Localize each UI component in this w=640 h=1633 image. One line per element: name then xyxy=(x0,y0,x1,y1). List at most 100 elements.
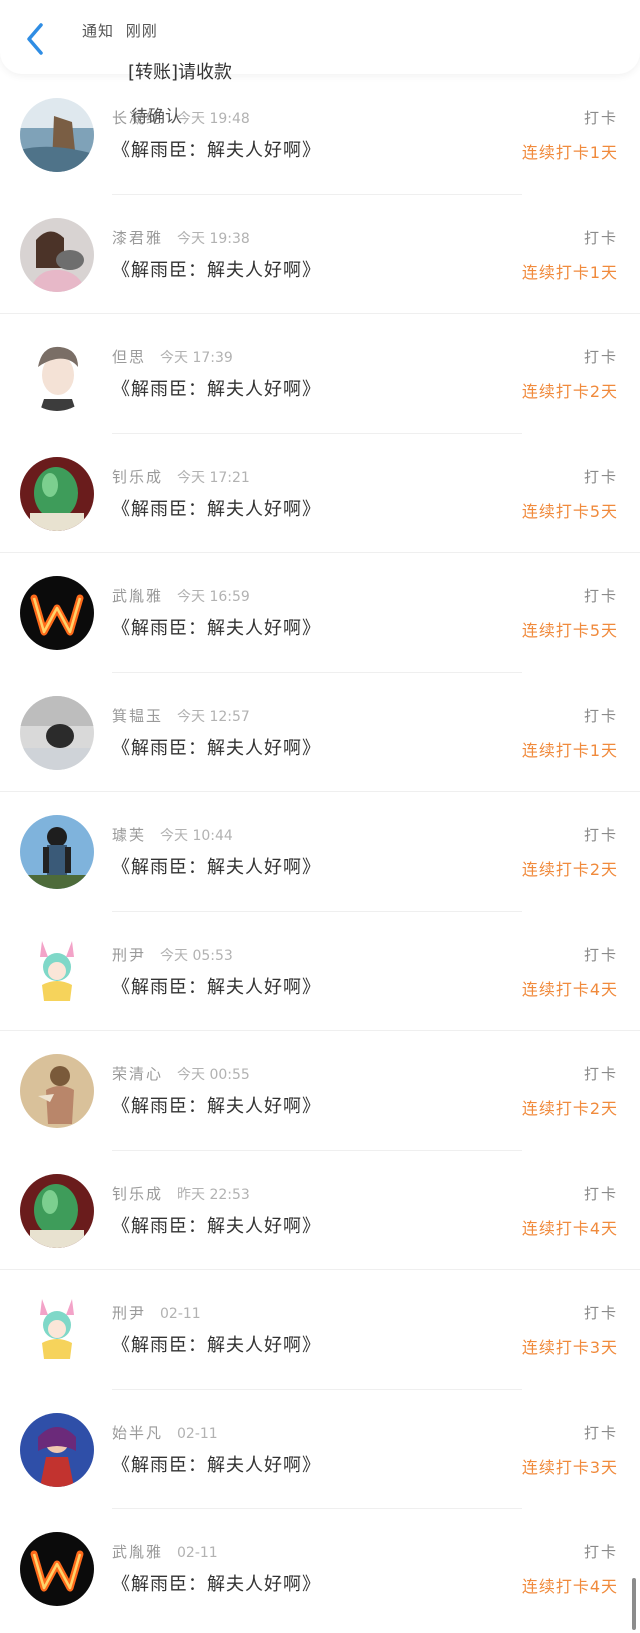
user-name: 荣清心 今天 00:55 xyxy=(112,1065,250,1083)
book-title[interactable]: 《解雨臣：解夫人好啊》 xyxy=(112,734,321,760)
streak-label: 连续打卡4天 xyxy=(521,979,618,999)
avatar[interactable] xyxy=(20,1173,94,1248)
list-item[interactable]: 长凝纶 今天 19:48 《解雨臣：解夫人好啊》 打卡 连续打卡1天 xyxy=(0,75,640,195)
post-time: 今天 16:59 xyxy=(177,589,250,605)
book-title[interactable]: 《解雨臣：解夫人好啊》 xyxy=(112,853,321,879)
post-time: 今天 12:57 xyxy=(177,708,250,725)
anime-bunny-girl-avatar-image xyxy=(20,1293,94,1367)
back-button[interactable] xyxy=(18,18,52,60)
streak-label: 连续打卡1天 xyxy=(521,740,618,760)
avatar[interactable] xyxy=(20,1054,94,1128)
user-name: 钊乐成 今天 17:21 xyxy=(112,467,250,486)
book-title[interactable]: 《解雨臣：解夫人好啊》 xyxy=(112,495,321,521)
book-title[interactable]: 《解雨臣：解夫人好啊》 xyxy=(112,1451,321,1477)
streak-label: 连续打卡1天 xyxy=(521,143,618,162)
streak-label: 连续打卡3天 xyxy=(521,1457,618,1477)
landscape-avatar-image xyxy=(20,98,94,172)
book-title[interactable]: 《解雨臣：解夫人好啊》 xyxy=(112,375,321,401)
book-title[interactable]: 《解雨臣：解夫人好啊》 xyxy=(112,1212,321,1238)
anime-figure-avatar-image xyxy=(20,1054,94,1128)
user-name: 璩芙 今天 10:44 xyxy=(112,826,233,844)
user-name: 刑尹 02-11 xyxy=(112,1304,201,1322)
post-time: 今天 17:39 xyxy=(160,350,233,366)
avatar[interactable] xyxy=(20,1293,94,1367)
post-time: 02-11 xyxy=(177,1545,218,1561)
user-name: 武胤雅 02-11 xyxy=(112,1543,218,1561)
checkin-tag: 打卡 xyxy=(583,1065,618,1083)
list-item[interactable]: 武胤雅 02-11 《解雨臣：解夫人好啊》 打卡 连续打卡4天 xyxy=(0,1509,640,1629)
list-item[interactable]: 始半凡 02-11 《解雨臣：解夫人好啊》 打卡 连续打卡3天 xyxy=(0,1390,640,1509)
checkin-tag: 打卡 xyxy=(583,1543,618,1561)
jade-cabbage-avatar-image xyxy=(20,1173,94,1248)
notification-time: 刚刚 xyxy=(125,22,158,40)
fire-letter-w-avatar-image xyxy=(20,1532,94,1606)
top-bar: 通知 刚刚 xyxy=(0,0,640,74)
book-title[interactable]: 《解雨臣：解夫人好啊》 xyxy=(112,256,321,282)
checkin-tag: 打卡 xyxy=(583,467,618,486)
streak-label: 连续打卡3天 xyxy=(521,1338,618,1357)
checkin-list: 长凝纶 今天 19:48 《解雨臣：解夫人好啊》 打卡 连续打卡1天 漆君雅 今天 … xyxy=(0,75,640,1629)
list-item[interactable]: 刑尹 今天 05:53 《解雨臣：解夫人好啊》 打卡 连续打卡4天 xyxy=(0,912,640,1031)
checkin-tag: 打卡 xyxy=(583,1184,618,1203)
checkin-tag: 打卡 xyxy=(583,109,618,127)
post-time: 昨天 22:53 xyxy=(177,1186,250,1203)
streak-label: 连续打卡5天 xyxy=(521,621,618,640)
checkin-tag: 打卡 xyxy=(583,706,618,725)
checkin-tag: 打卡 xyxy=(583,945,618,964)
purple-anime-avatar-image xyxy=(20,1412,94,1487)
checkin-tag: 打卡 xyxy=(583,1423,618,1442)
post-time: 今天 19:48 xyxy=(177,111,250,127)
user-name: 但思 今天 17:39 xyxy=(112,348,233,366)
post-time: 今天 10:44 xyxy=(160,828,233,844)
list-item[interactable]: 武胤雅 今天 16:59 《解雨臣：解夫人好啊》 打卡 连续打卡5天 xyxy=(0,553,640,673)
avatar[interactable] xyxy=(20,815,94,889)
post-time: 02-11 xyxy=(177,1425,218,1442)
avatar[interactable] xyxy=(20,456,94,531)
checkin-tag: 打卡 xyxy=(583,826,618,844)
transfer-notification-title[interactable]: [转账]请收款 xyxy=(128,58,232,84)
streak-label: 连续打卡1天 xyxy=(521,262,618,282)
avatar[interactable] xyxy=(20,337,94,411)
anime-boy-avatar-image xyxy=(20,337,94,411)
checkin-tag: 打卡 xyxy=(583,1304,618,1322)
post-time: 02-11 xyxy=(160,1306,201,1322)
book-title[interactable]: 《解雨臣：解夫人好啊》 xyxy=(112,973,321,999)
list-item[interactable]: 钊乐成 今天 17:21 《解雨臣：解夫人好啊》 打卡 连续打卡5天 xyxy=(0,434,640,553)
list-item[interactable]: 璩芙 今天 10:44 《解雨臣：解夫人好啊》 打卡 连续打卡2天 xyxy=(0,792,640,912)
list-item[interactable]: 漆君雅 今天 19:38 《解雨臣：解夫人好啊》 打卡 连续打卡1天 xyxy=(0,195,640,314)
avatar[interactable] xyxy=(20,217,94,292)
anime-bunny-girl-avatar-image xyxy=(20,934,94,1009)
book-title[interactable]: 《解雨臣：解夫人好啊》 xyxy=(112,1331,321,1357)
book-title[interactable]: 《解雨臣：解夫人好啊》 xyxy=(112,614,321,640)
list-item[interactable]: 荣清心 今天 00:55 《解雨臣：解夫人好啊》 打卡 连续打卡2天 xyxy=(0,1031,640,1151)
book-title[interactable]: 《解雨臣：解夫人好啊》 xyxy=(112,1092,321,1118)
user-name: 钊乐成 昨天 22:53 xyxy=(112,1184,250,1203)
list-item[interactable]: 钊乐成 昨天 22:53 《解雨臣：解夫人好啊》 打卡 连续打卡4天 xyxy=(0,1151,640,1270)
avatar[interactable] xyxy=(20,934,94,1009)
streak-label: 连续打卡4天 xyxy=(521,1577,618,1596)
jade-cabbage-avatar-image xyxy=(20,456,94,531)
user-name: 箕韫玉 今天 12:57 xyxy=(112,706,250,725)
streak-label: 连续打卡2天 xyxy=(521,860,618,879)
girl-with-cat-avatar-image xyxy=(20,217,94,292)
book-title[interactable]: 《解雨臣：解夫人好啊》 xyxy=(112,1570,321,1596)
notification-banner[interactable]: 通知 刚刚 xyxy=(82,20,164,41)
avatar[interactable] xyxy=(20,695,94,770)
book-title[interactable]: 《解雨臣：解夫人好啊》 xyxy=(112,136,321,162)
list-item[interactable]: 箕韫玉 今天 12:57 《解雨臣：解夫人好啊》 打卡 连续打卡1天 xyxy=(0,673,640,792)
checkin-tag: 打卡 xyxy=(583,587,618,605)
fire-letter-w-avatar-image xyxy=(20,576,94,650)
post-time: 今天 00:55 xyxy=(177,1067,250,1083)
avatar[interactable] xyxy=(20,576,94,650)
avatar[interactable] xyxy=(20,1412,94,1487)
streak-label: 连续打卡2天 xyxy=(521,382,618,401)
user-name: 刑尹 今天 05:53 xyxy=(112,945,233,964)
streak-label: 连续打卡5天 xyxy=(521,501,618,521)
list-item[interactable]: 刑尹 02-11 《解雨臣：解夫人好啊》 打卡 连续打卡3天 xyxy=(0,1270,640,1390)
list-item[interactable]: 但思 今天 17:39 《解雨臣：解夫人好啊》 打卡 连续打卡2天 xyxy=(0,314,640,434)
post-time: 今天 17:21 xyxy=(177,469,250,486)
streak-label: 连续打卡2天 xyxy=(521,1099,618,1118)
avatar[interactable] xyxy=(20,98,94,172)
scrollbar[interactable] xyxy=(632,1578,636,1630)
avatar[interactable] xyxy=(20,1532,94,1606)
